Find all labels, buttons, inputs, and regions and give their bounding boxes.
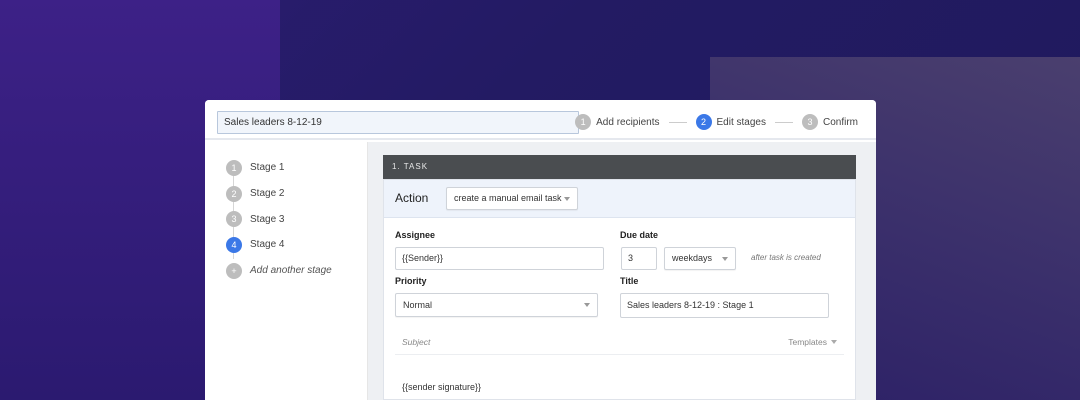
step-label: Add recipients bbox=[596, 116, 660, 128]
chevron-down-icon bbox=[584, 303, 590, 307]
due-date-number-field[interactable]: 3 bbox=[621, 247, 657, 270]
stage-label: Stage 4 bbox=[250, 239, 285, 251]
step-number: 1 bbox=[575, 114, 592, 130]
top-bar: Sales leaders 8-12-19 1 Add recipients 2… bbox=[205, 100, 876, 140]
action-row: Action create a manual email task bbox=[384, 180, 855, 218]
step-divider bbox=[668, 121, 687, 123]
assignee-field[interactable]: {{Sender}} bbox=[395, 247, 604, 270]
wizard-steps: 1 Add recipients 2 Edit stages 3 Confirm bbox=[575, 114, 858, 130]
sidebar-item-stage-4[interactable]: 4 Stage 4 bbox=[226, 232, 332, 258]
step-number: 3 bbox=[801, 114, 818, 130]
stage-label: Stage 3 bbox=[250, 213, 285, 225]
due-date-hint: after task is created bbox=[751, 253, 821, 262]
subject-input[interactable]: Subject bbox=[402, 337, 430, 347]
action-label: Action bbox=[395, 191, 429, 205]
task-card: Action create a manual email task Assign… bbox=[383, 179, 856, 400]
step-add-recipients[interactable]: 1 Add recipients bbox=[575, 114, 660, 130]
subject-row: Subject Templates bbox=[395, 335, 844, 355]
step-divider bbox=[774, 121, 793, 123]
step-confirm[interactable]: 3 Confirm bbox=[801, 114, 858, 130]
step-label: Confirm bbox=[822, 116, 858, 128]
campaign-name-input[interactable]: Sales leaders 8-12-19 bbox=[217, 111, 579, 134]
chevron-down-icon bbox=[831, 340, 837, 344]
task-header: 1. TASK bbox=[383, 155, 856, 179]
add-stage-button[interactable]: + Add another stage bbox=[226, 258, 332, 284]
stage-number: 4 bbox=[226, 236, 242, 253]
stage-number: 2 bbox=[226, 185, 242, 202]
email-body-editor[interactable]: {{sender signature}} bbox=[402, 382, 481, 392]
plus-icon: + bbox=[226, 262, 242, 279]
priority-select[interactable]: Normal bbox=[395, 293, 598, 317]
title-label: Title bbox=[620, 276, 639, 286]
due-date-unit-value: weekdays bbox=[672, 253, 713, 263]
title-field[interactable]: Sales leaders 8-12-19 : Stage 1 bbox=[620, 293, 829, 318]
action-select-value: create a manual email task bbox=[454, 193, 562, 203]
priority-label: Priority bbox=[395, 276, 427, 286]
sidebar-item-stage-3[interactable]: 3 Stage 3 bbox=[226, 206, 332, 232]
sidebar-item-stage-1[interactable]: 1 Stage 1 bbox=[226, 155, 332, 181]
action-select[interactable]: create a manual email task bbox=[446, 187, 578, 210]
stage-list: 1 Stage 1 2 Stage 2 3 Stage 3 4 Stage 4 … bbox=[226, 155, 332, 283]
priority-select-value: Normal bbox=[403, 300, 433, 310]
due-date-label: Due date bbox=[620, 230, 659, 240]
assignee-label: Assignee bbox=[395, 230, 436, 240]
templates-dropdown[interactable]: Templates bbox=[788, 337, 837, 347]
chevron-down-icon bbox=[564, 196, 570, 201]
step-number: 2 bbox=[695, 114, 712, 130]
stage-number: 3 bbox=[226, 211, 242, 228]
chevron-down-icon bbox=[722, 256, 728, 261]
step-label: Edit stages bbox=[716, 116, 766, 128]
sidebar-item-stage-2[interactable]: 2 Stage 2 bbox=[226, 181, 332, 207]
stage-label: Stage 1 bbox=[250, 162, 285, 174]
campaign-editor-window: Sales leaders 8-12-19 1 Add recipients 2… bbox=[205, 100, 876, 400]
add-stage-label: Add another stage bbox=[250, 265, 332, 277]
stage-number: 1 bbox=[226, 159, 242, 176]
stages-sidebar: 1 Stage 1 2 Stage 2 3 Stage 3 4 Stage 4 … bbox=[205, 142, 368, 400]
due-date-unit-select[interactable]: weekdays bbox=[664, 247, 736, 270]
templates-label: Templates bbox=[788, 337, 827, 347]
step-edit-stages[interactable]: 2 Edit stages bbox=[695, 114, 766, 130]
stage-label: Stage 2 bbox=[250, 188, 285, 200]
stage-editor: 1. TASK Action create a manual email tas… bbox=[368, 142, 876, 400]
